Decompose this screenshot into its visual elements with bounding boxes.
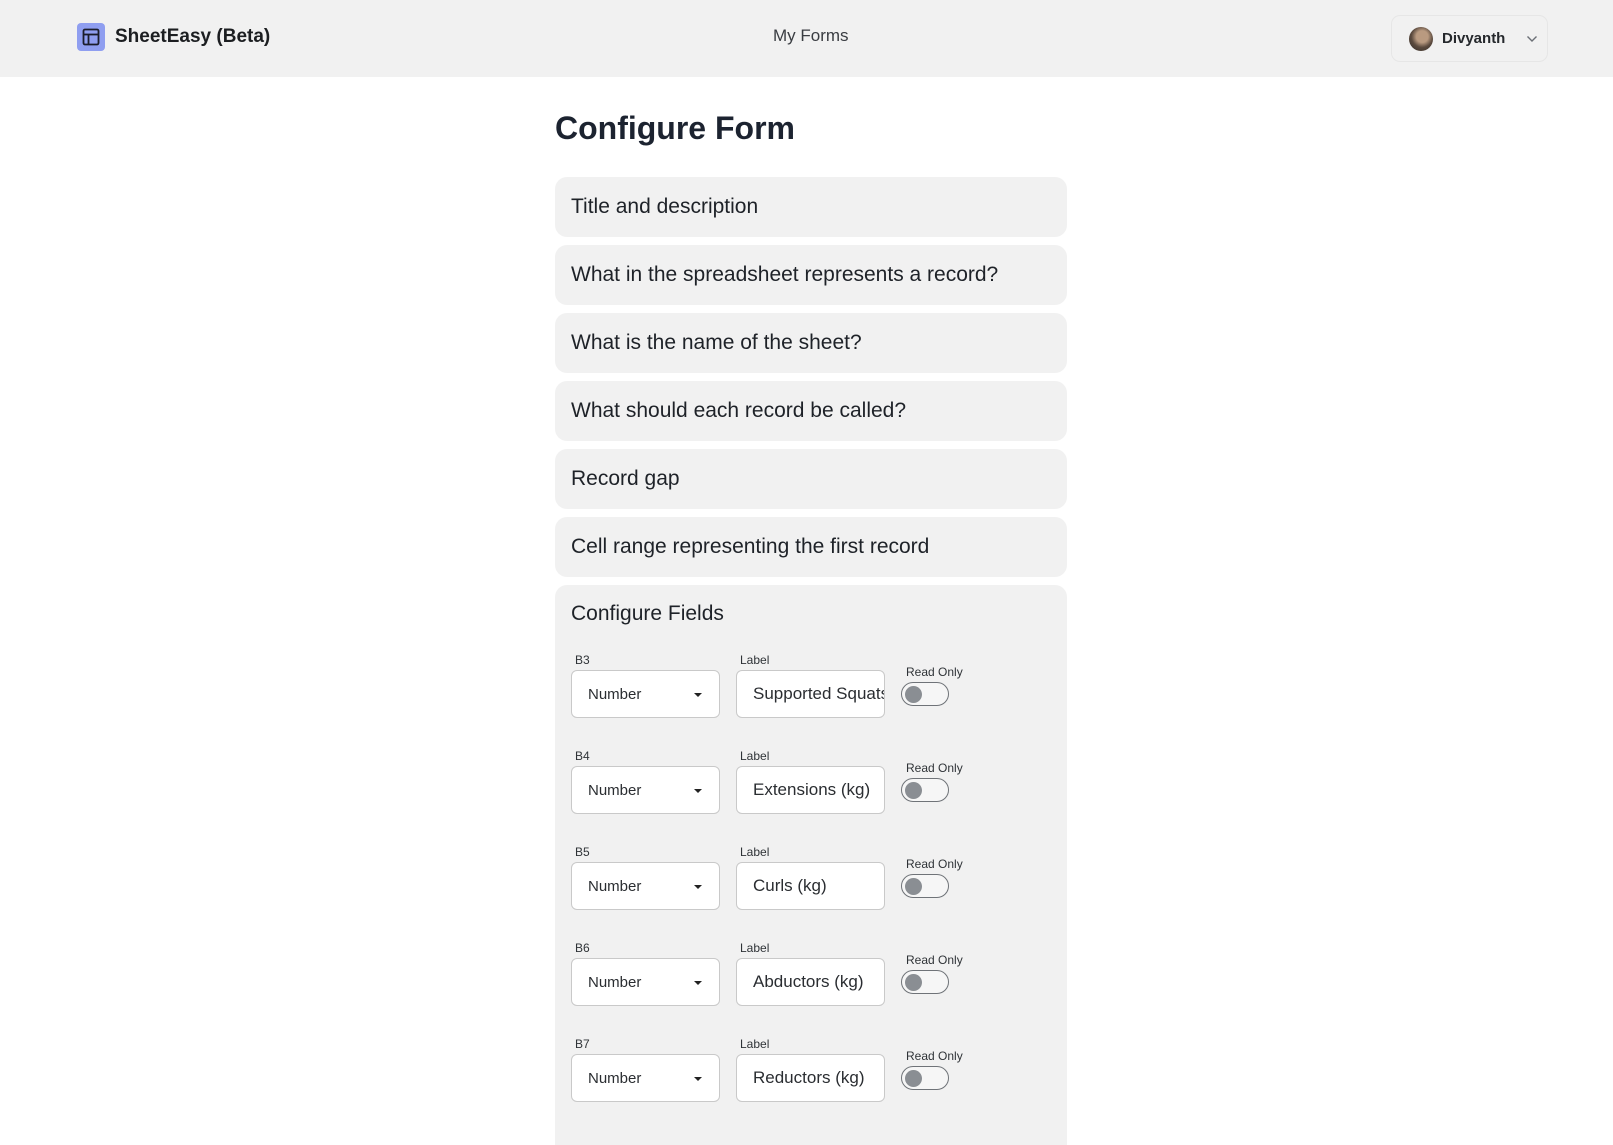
- field-row: B4 Label Read Only Number: [571, 749, 1051, 839]
- avatar: [1409, 26, 1433, 51]
- field-label-input[interactable]: [736, 862, 885, 910]
- field-type-value: Number: [588, 973, 642, 991]
- app-name: SheetEasy (Beta): [115, 26, 271, 47]
- field-label-input[interactable]: [736, 958, 885, 1006]
- chevron-down-icon: [1527, 35, 1538, 42]
- field-type-select[interactable]: Number: [571, 766, 720, 814]
- cell-reference: B3: [575, 653, 590, 667]
- top-navbar: SheetEasy (Beta) My Forms Divyanth: [0, 0, 1613, 77]
- read-only-caption: Read Only: [906, 953, 963, 967]
- page-title: Configure Form: [555, 110, 795, 146]
- label-caption: Label: [740, 845, 770, 859]
- cell-reference: B4: [575, 749, 590, 763]
- field-type-value: Number: [588, 1069, 642, 1087]
- configure-fields-panel: Configure Fields B3 Label Read Only Numb…: [555, 585, 1067, 1145]
- field-row: B7 Label Read Only Number: [571, 1037, 1051, 1127]
- user-name: Divyanth: [1442, 30, 1506, 47]
- read-only-caption: Read Only: [906, 665, 963, 679]
- field-label-input[interactable]: [736, 670, 885, 718]
- field-row: B6 Label Read Only Number: [571, 941, 1051, 1031]
- field-type-select[interactable]: Number: [571, 670, 720, 718]
- label-caption: Label: [740, 749, 770, 763]
- field-type-select[interactable]: Number: [571, 1054, 720, 1102]
- caret-down-icon: [694, 693, 702, 697]
- field-label-input[interactable]: [736, 1054, 885, 1102]
- toggle-knob: [905, 1069, 922, 1087]
- read-only-toggle[interactable]: [901, 682, 949, 706]
- table-icon: [77, 23, 105, 51]
- read-only-toggle[interactable]: [901, 970, 949, 994]
- field-row: B5 Label Read Only Number: [571, 845, 1051, 935]
- cell-reference: B7: [575, 1037, 590, 1051]
- field-type-value: Number: [588, 877, 642, 895]
- label-caption: Label: [740, 1037, 770, 1051]
- nav-my-forms[interactable]: My Forms: [773, 26, 849, 46]
- caret-down-icon: [694, 885, 702, 889]
- read-only-toggle[interactable]: [901, 1066, 949, 1090]
- toggle-knob: [905, 781, 922, 799]
- field-type-select[interactable]: Number: [571, 958, 720, 1006]
- cell-reference: B5: [575, 845, 590, 859]
- read-only-toggle[interactable]: [901, 874, 949, 898]
- section-record-definition[interactable]: What in the spreadsheet represents a rec…: [555, 245, 1067, 305]
- toggle-knob: [905, 877, 922, 895]
- main-content: Configure Form: [555, 106, 1067, 150]
- field-type-value: Number: [588, 781, 642, 799]
- field-row: B3 Label Read Only Number: [571, 653, 1051, 743]
- label-caption: Label: [740, 653, 770, 667]
- label-caption: Label: [740, 941, 770, 955]
- user-menu-button[interactable]: Divyanth: [1392, 16, 1547, 61]
- caret-down-icon: [694, 789, 702, 793]
- section-record-name[interactable]: What should each record be called?: [555, 381, 1067, 441]
- read-only-caption: Read Only: [906, 1049, 963, 1063]
- toggle-knob: [905, 973, 922, 991]
- brand[interactable]: SheetEasy (Beta): [77, 23, 270, 51]
- read-only-caption: Read Only: [906, 761, 963, 775]
- caret-down-icon: [694, 981, 702, 985]
- toggle-knob: [905, 685, 922, 703]
- section-cell-range[interactable]: Cell range representing the first record: [555, 517, 1067, 577]
- section-record-gap[interactable]: Record gap: [555, 449, 1067, 509]
- field-type-select[interactable]: Number: [571, 862, 720, 910]
- caret-down-icon: [694, 1077, 702, 1081]
- read-only-toggle[interactable]: [901, 778, 949, 802]
- cell-reference: B6: [575, 941, 590, 955]
- read-only-caption: Read Only: [906, 857, 963, 871]
- field-label-input[interactable]: [736, 766, 885, 814]
- field-type-value: Number: [588, 685, 642, 703]
- section-sheet-name[interactable]: What is the name of the sheet?: [555, 313, 1067, 373]
- section-title-description[interactable]: Title and description: [555, 177, 1067, 237]
- fields-title: Configure Fields: [571, 602, 724, 625]
